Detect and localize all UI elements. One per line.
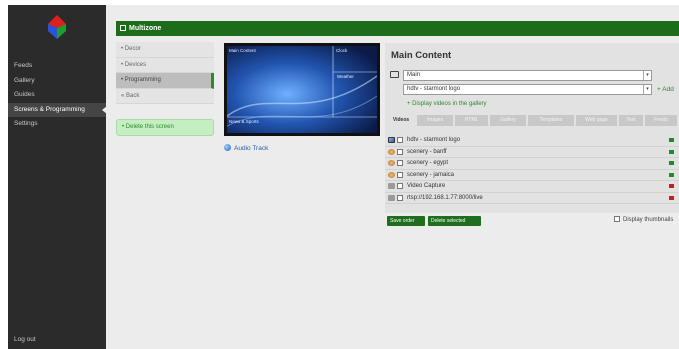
- row-checkbox[interactable]: [397, 183, 403, 190]
- capture-icon: [388, 194, 395, 201]
- list-item-label: rtsp://192.168.1.77:8000/live: [407, 194, 483, 201]
- display-thumbnails-checkbox[interactable]: [614, 216, 620, 222]
- tab-videos[interactable]: Videos: [387, 115, 415, 126]
- chevron-down-icon: ▾: [643, 85, 651, 94]
- sidebar-nav: Feeds Gallery Guides Screens & Programmi…: [8, 59, 107, 132]
- tab-web-page[interactable]: Web page: [576, 115, 617, 126]
- playlist-select[interactable]: Main ▾: [403, 70, 652, 81]
- row-checkbox[interactable]: [397, 160, 403, 167]
- logout-link[interactable]: Log out: [14, 336, 36, 343]
- section-title-bar: Multizone: [116, 21, 679, 36]
- tab-gallery[interactable]: Gallery: [490, 115, 526, 126]
- sidebar: Feeds Gallery Guides Screens & Programmi…: [8, 5, 107, 349]
- row-checkbox[interactable]: [397, 137, 403, 144]
- delete-screen-button[interactable]: • Delete this screen: [116, 119, 214, 136]
- video-icon: [388, 148, 395, 155]
- zone-main-label[interactable]: Main Content: [229, 48, 256, 53]
- save-order-button[interactable]: Save order: [387, 216, 425, 226]
- list-item[interactable]: Video Capture: [385, 181, 679, 193]
- status-indicator: [669, 195, 674, 200]
- list-item[interactable]: scenery - banff: [385, 147, 679, 158]
- list-item-label: scenery - banff: [407, 148, 447, 155]
- audio-track-link[interactable]: Audio Track: [224, 144, 268, 152]
- content-tabs: Videos Images HTML Gallery Templates Web…: [385, 115, 679, 127]
- chevron-down-icon: ▾: [643, 71, 651, 80]
- zone-clock-label[interactable]: Clock: [336, 48, 347, 53]
- zone-content-panel: Main Content Main ▾ hdtv - starmont logo…: [385, 43, 679, 213]
- screen-menu-back[interactable]: « Back: [116, 88, 214, 104]
- tab-feeds[interactable]: Feeds: [645, 115, 677, 126]
- list-item[interactable]: scenery - egypt: [385, 158, 679, 170]
- list-item-label: scenery - egypt: [407, 160, 449, 167]
- multizone-icon: [120, 25, 126, 31]
- screen-menu-programming[interactable]: • Programming: [116, 73, 214, 89]
- status-indicator: [669, 138, 674, 143]
- video-icon: [388, 160, 395, 167]
- screen-menu-devices[interactable]: • Devices: [116, 57, 214, 73]
- row-checkbox[interactable]: [397, 171, 403, 178]
- globe-icon: [224, 144, 231, 151]
- sidebar-item-feeds[interactable]: Feeds: [8, 59, 106, 74]
- logo: [48, 15, 66, 39]
- list-item-label: Video Capture: [407, 183, 446, 190]
- folder-icon: [390, 71, 399, 78]
- screen-menu: • Decor • Devices • Programming « Back: [116, 42, 214, 104]
- screen-menu-decor[interactable]: • Decor: [116, 42, 214, 58]
- list-item-label: hdtv - starmont logo: [407, 137, 461, 144]
- list-item[interactable]: rtsp://192.168.1.77:8000/live: [385, 193, 679, 204]
- delete-selected-button[interactable]: Delete selected: [428, 216, 481, 226]
- display-thumbnails-label: Display thumbnails: [623, 217, 674, 223]
- panel-title: Main Content: [391, 50, 452, 61]
- sidebar-item-settings[interactable]: Settings: [8, 117, 106, 132]
- zone-ticker-label[interactable]: News & Sports: [229, 119, 259, 124]
- zone-preview: Main Content Clock Weather News & Sports: [224, 43, 380, 136]
- tab-html[interactable]: HTML: [455, 115, 488, 126]
- row-checkbox[interactable]: [397, 148, 403, 155]
- content-list: hdtv - starmont logo scenery - banff sce…: [385, 135, 679, 204]
- list-item-label: scenery - jamaica: [407, 171, 455, 178]
- row-checkbox[interactable]: [397, 194, 403, 201]
- add-button[interactable]: + Add: [657, 86, 674, 93]
- list-item[interactable]: scenery - jamaica: [385, 170, 679, 181]
- tab-templates[interactable]: Templates: [528, 115, 574, 126]
- tab-images[interactable]: Images: [417, 115, 453, 126]
- video-icon: [388, 171, 395, 178]
- status-indicator: [669, 184, 674, 189]
- tab-text[interactable]: Text: [619, 115, 643, 126]
- playlist-select-value: Main: [407, 72, 421, 78]
- image-icon: [388, 137, 395, 144]
- zone-weather-label[interactable]: Weather: [337, 74, 354, 79]
- main-area: Multizone • Decor • Devices • Programmin…: [106, 5, 679, 349]
- sidebar-item-screens-programming[interactable]: Screens & Programming: [8, 102, 107, 117]
- capture-icon: [388, 183, 395, 190]
- content-select-value: hdtv - starmont logo: [407, 86, 461, 92]
- sidebar-item-guides[interactable]: Guides: [8, 88, 106, 103]
- display-thumbnails-option[interactable]: Display thumbnails: [614, 216, 673, 223]
- list-item[interactable]: hdtv - starmont logo: [385, 135, 679, 147]
- status-indicator: [669, 172, 674, 177]
- status-indicator: [669, 161, 674, 166]
- status-indicator: [669, 149, 674, 154]
- audio-track-label: Audio Track: [234, 145, 269, 152]
- content-select[interactable]: hdtv - starmont logo ▾: [403, 84, 652, 95]
- section-title: Multizone: [129, 25, 162, 32]
- sidebar-item-gallery[interactable]: Gallery: [8, 74, 106, 89]
- display-videos-link[interactable]: + Display videos in the gallery: [407, 101, 487, 107]
